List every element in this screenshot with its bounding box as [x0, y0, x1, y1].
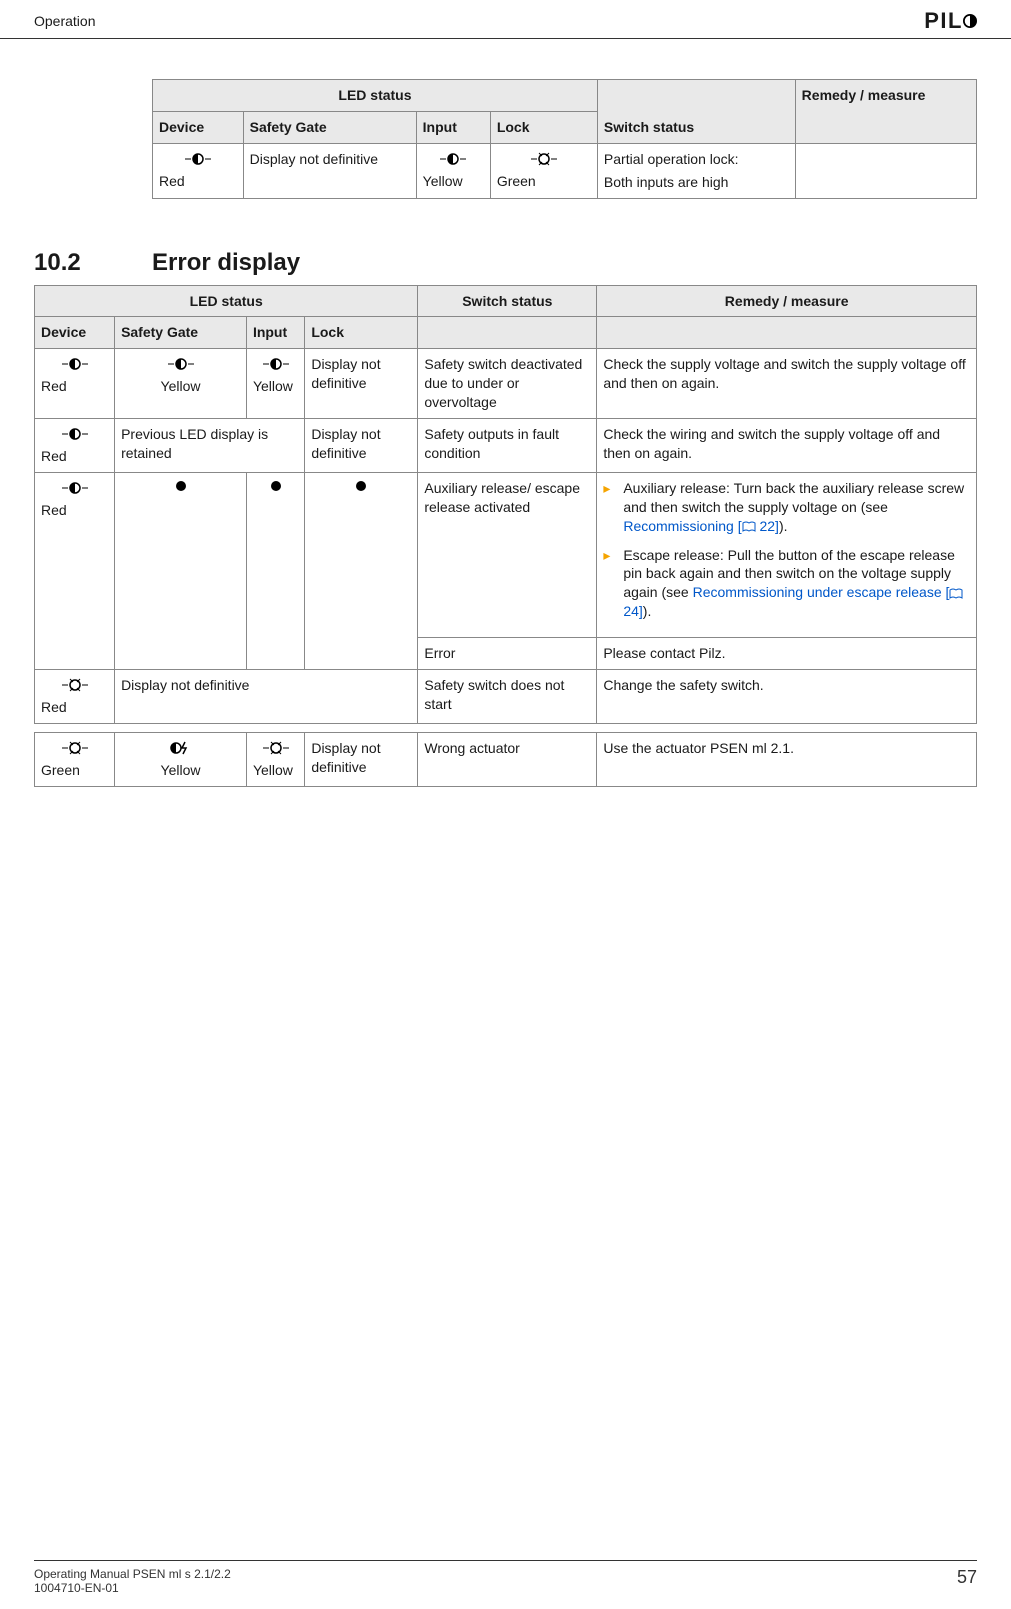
book-icon [742, 521, 756, 533]
remedy-cell [795, 143, 976, 198]
input-color: Yellow [423, 173, 463, 189]
link-recommissioning[interactable]: Recommissioning [ 22] [623, 518, 779, 534]
device-color: Red [41, 502, 67, 518]
header-bar: Operation PIL [0, 0, 1011, 39]
device-color: Red [41, 699, 67, 715]
list-item: Escape release: Pull the button of the e… [603, 546, 970, 622]
switch-status: Error [418, 638, 597, 670]
th-safety-gate: Safety Gate [115, 317, 247, 349]
led-half-flash-icon [60, 479, 90, 497]
switch-status: Safety outputs in fault condition [418, 419, 597, 473]
footer-line1: Operating Manual PSEN ml s 2.1/2.2 [34, 1567, 231, 1581]
th-led-status: LED status [35, 285, 418, 317]
table-row: Green Yellow Yellow Display not definiti… [35, 732, 977, 786]
th-led-status: LED status [153, 80, 598, 112]
led-on-icon [60, 739, 90, 757]
th-empty [418, 317, 597, 349]
footer: Operating Manual PSEN ml s 2.1/2.2 10047… [34, 1560, 977, 1595]
th-device: Device [153, 111, 244, 143]
switch-status: Safety switch does not start [418, 670, 597, 724]
led-half-flash-icon [183, 150, 213, 168]
led-half-flash-icon [166, 355, 196, 373]
th-remedy: Remedy / measure [795, 80, 976, 144]
led-on-icon [261, 739, 291, 757]
remedy-list: Auxiliary release: Turn back the auxilia… [597, 472, 977, 637]
brand-logo: PIL [924, 8, 977, 34]
book-icon [949, 588, 963, 600]
table-row: Red Display not definitive Safety switch… [35, 670, 977, 724]
table-row: Red Yellow Yellow Display not definitive… [35, 349, 977, 419]
lock-text: Display not definitive [305, 732, 418, 786]
th-switch-status: Switch status [597, 80, 795, 144]
input-color: Yellow [253, 378, 293, 394]
led-solid-icon [174, 479, 188, 493]
switch-status: Safety switch deactivated due to under o… [418, 349, 597, 419]
th-lock: Lock [490, 111, 597, 143]
remedy: Please contact Pilz. [597, 638, 977, 670]
safety-gate-color: Yellow [161, 762, 201, 778]
led-half-lightning-icon [166, 739, 196, 757]
list-item: Auxiliary release: Turn back the auxilia… [603, 479, 970, 536]
table-row: Red Auxiliary release/ escape release ac… [35, 472, 977, 637]
safety-gate-span: Previous LED display is retained [115, 419, 305, 473]
lock-text: Display not definitive [305, 419, 418, 473]
section-heading: 10.2Error display [34, 249, 977, 277]
remedy: Use the actuator PSEN ml 2.1. [597, 732, 977, 786]
table-row: Red Display not definitive Yellow Green … [153, 143, 977, 198]
safety-gate-span: Display not definitive [115, 670, 418, 724]
safety-gate-text: Display not definitive [243, 143, 416, 198]
th-device: Device [35, 317, 115, 349]
led-solid-icon [269, 479, 283, 493]
led-half-flash-icon [60, 425, 90, 443]
device-color: Green [41, 762, 80, 778]
th-input: Input [416, 111, 490, 143]
table-row: Red Previous LED display is retained Dis… [35, 419, 977, 473]
led-solid-icon [354, 479, 368, 493]
led-status-table-1: LED status Switch status Remedy / measur… [152, 79, 977, 199]
lock-text: Display not definitive [305, 349, 418, 419]
led-half-flash-icon [261, 355, 291, 373]
remedy: Check the supply voltage and switch the … [597, 349, 977, 419]
switch-status-cell: Partial operation lock: Both inputs are … [597, 143, 795, 198]
th-empty [597, 317, 977, 349]
th-lock: Lock [305, 317, 418, 349]
led-on-icon [529, 150, 559, 168]
logo-half-circle-icon [963, 14, 977, 28]
switch-status: Wrong actuator [418, 732, 597, 786]
led-half-flash-icon [438, 150, 468, 168]
device-color: Red [41, 378, 67, 394]
led-on-icon [60, 676, 90, 694]
device-color: Red [159, 173, 185, 189]
page-number: 57 [957, 1567, 977, 1595]
th-safety-gate: Safety Gate [243, 111, 416, 143]
input-color: Yellow [253, 762, 293, 778]
footer-line2: 1004710-EN-01 [34, 1581, 231, 1595]
section-name: Operation [34, 13, 95, 29]
led-half-flash-icon [60, 355, 90, 373]
remedy: Check the wiring and switch the supply v… [597, 419, 977, 473]
remedy: Change the safety switch. [597, 670, 977, 724]
switch-status: Auxiliary release/ escape release activa… [418, 472, 597, 637]
lock-color: Green [497, 173, 536, 189]
safety-gate-color: Yellow [161, 378, 201, 394]
th-switch-status: Switch status [418, 285, 597, 317]
th-remedy: Remedy / measure [597, 285, 977, 317]
device-color: Red [41, 448, 67, 464]
error-display-table-extra: Green Yellow Yellow Display not definiti… [34, 732, 977, 787]
error-display-table: LED status Switch status Remedy / measur… [34, 285, 977, 724]
th-input: Input [246, 317, 304, 349]
